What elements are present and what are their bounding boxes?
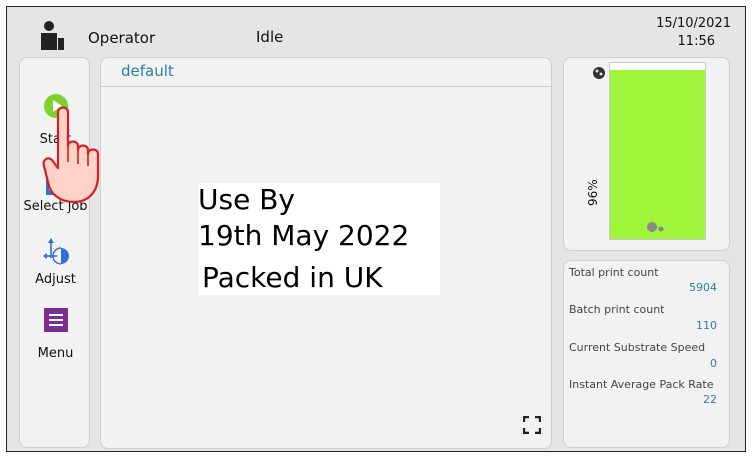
stat-value-batch-print: 110 xyxy=(696,319,717,332)
fullscreen-icon[interactable] xyxy=(523,416,541,434)
job-name[interactable]: default xyxy=(121,62,174,80)
stat-value-pack-rate: 22 xyxy=(703,393,717,406)
stat-label-substrate-speed: Current Substrate Speed xyxy=(569,341,706,354)
hand-pointer-icon xyxy=(42,106,100,204)
stat-label-batch-print: Batch print count xyxy=(569,303,665,316)
stat-value-substrate-speed: 0 xyxy=(710,357,717,370)
user-name: Operator xyxy=(88,29,156,47)
ink-level-fill xyxy=(610,70,705,239)
ink-level-bar xyxy=(609,62,706,240)
user-icon[interactable] xyxy=(37,20,67,50)
label-line-use-by: Use By xyxy=(198,183,295,216)
menu-icon xyxy=(43,308,68,332)
label-line-date: 19th May 2022 xyxy=(198,219,410,252)
nav-adjust-label: Adjust xyxy=(35,272,76,287)
label-preview[interactable]: Use By 19th May 2022 Packed in UK xyxy=(198,183,440,295)
label-line-origin: Packed in UK xyxy=(202,261,383,294)
ink-level-percent: 96% xyxy=(586,179,600,206)
stat-value-total-print: 5904 xyxy=(689,281,717,294)
stat-label-total-print: Total print count xyxy=(569,266,659,279)
job-panel: default Use By 19th May 2022 Packed in U… xyxy=(100,57,552,449)
ink-drops-icon xyxy=(647,222,664,232)
time-display: 11:56 xyxy=(677,34,715,49)
nav-menu-button[interactable]: Menu xyxy=(20,308,91,361)
counters-panel: Total print count 5904 Batch print count… xyxy=(563,260,730,448)
printer-status: Idle xyxy=(256,28,284,46)
stat-label-pack-rate: Instant Average Pack Rate xyxy=(569,378,714,391)
job-title-bar: default xyxy=(101,58,551,87)
ink-cartridge-icon xyxy=(593,67,605,79)
nav-menu-label: Menu xyxy=(37,346,74,361)
adjust-icon xyxy=(42,238,69,265)
ink-level-panel: 96% xyxy=(563,57,730,251)
date-display: 15/10/2021 xyxy=(656,16,731,31)
nav-adjust-button[interactable]: Adjust xyxy=(20,238,91,287)
